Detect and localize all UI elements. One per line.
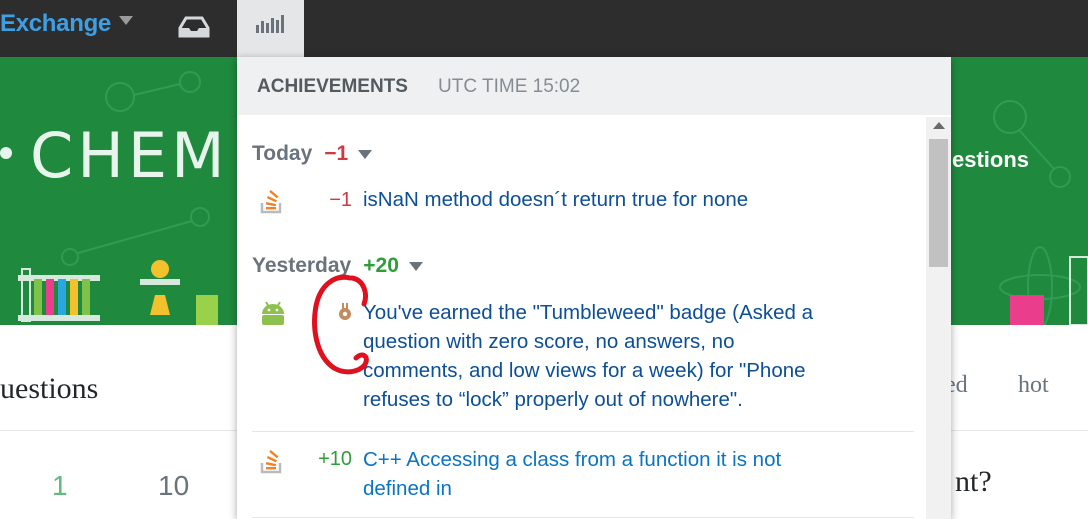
dropdown-title: ACHIEVEMENTS <box>257 76 408 97</box>
text-line: defined in <box>363 477 452 500</box>
caret-down-icon[interactable] <box>408 261 423 271</box>
achievement-link[interactable]: You've earned the "Tumbleweed" badge (As… <box>363 298 813 414</box>
text-line: refuses to “lock” properly out of nowher… <box>363 388 743 411</box>
caret-down-icon[interactable] <box>119 16 133 25</box>
achievements-tab[interactable] <box>237 0 304 57</box>
group-label: Today <box>252 142 313 165</box>
item-delta: +10 <box>318 448 352 470</box>
annotation-circle <box>312 274 369 375</box>
page-heading: uestions <box>0 372 99 405</box>
item-delta: −1 <box>329 189 352 211</box>
text-line: C++ Accessing a class from a function it… <box>363 448 782 471</box>
top-bar: Exchange <box>0 0 1088 57</box>
scroll-up-arrow-icon[interactable] <box>933 122 945 129</box>
text-line: question with zero score, no answers, no <box>363 330 735 353</box>
item-separator <box>252 517 914 518</box>
questions-nav-link[interactable]: estions <box>952 147 1029 173</box>
utc-time: UTC TIME 15:02 <box>438 76 581 97</box>
group-header-today[interactable]: Today −1 <box>252 142 373 166</box>
site-switcher[interactable]: Exchange <box>0 10 111 38</box>
achievements-icon <box>256 15 284 33</box>
logo-dot <box>0 147 12 159</box>
android-icon <box>262 301 284 325</box>
achievement-link[interactable]: isNaN method doesn´t return true for non… <box>363 185 748 214</box>
dropdown-header: ACHIEVEMENTS UTC TIME 15:02 <box>237 57 951 115</box>
text-line: You've earned the "Tumbleweed" badge (As… <box>363 301 814 324</box>
answer-count: 10 <box>158 470 190 501</box>
inbox-icon[interactable] <box>176 16 212 38</box>
site-title[interactable]: CHEM <box>30 119 229 192</box>
text-line: comments, and low views for a week) for … <box>363 359 806 382</box>
scroll-thumb[interactable] <box>929 139 948 267</box>
scrollbar[interactable] <box>926 117 951 519</box>
vote-count: 1 <box>52 470 68 501</box>
achievement-link[interactable]: C++ Accessing a class from a function it… <box>363 445 781 503</box>
item-separator <box>252 431 914 432</box>
question-title-fragment[interactable]: nt? <box>955 465 992 499</box>
sort-tab-hot[interactable]: hot <box>1018 372 1049 399</box>
group-delta: −1 <box>324 142 349 165</box>
caret-down-icon[interactable] <box>358 149 373 159</box>
